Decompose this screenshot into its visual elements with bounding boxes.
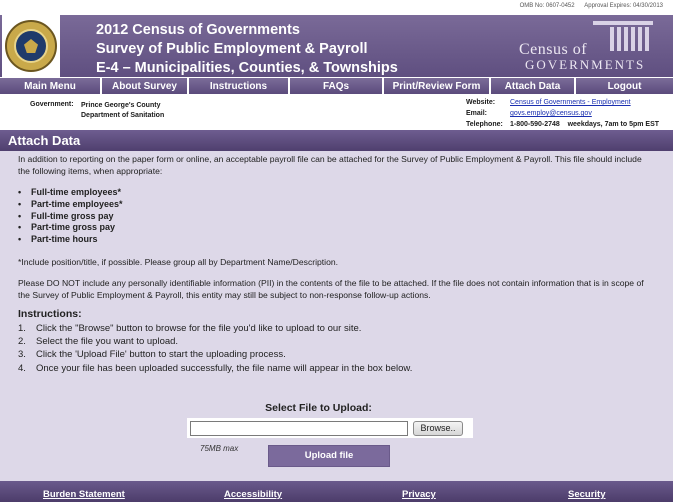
nav-faqs[interactable]: FAQs: [290, 78, 382, 94]
government-value: Prince George's County Department of San…: [81, 101, 164, 121]
telephone-label: Telephone:: [466, 121, 503, 128]
file-upload-row: Browse..: [187, 418, 473, 438]
nav-logout[interactable]: Logout: [576, 78, 673, 94]
website-link[interactable]: Census of Governments - Employment: [510, 99, 631, 106]
omb-number: OMB No: 0607-0452: [519, 3, 575, 9]
instructions-steps: 1. Click the "Browse" button to browse fo…: [18, 322, 655, 375]
omb-info: OMB No: 0607-0452 Approval Expires: 04/3…: [512, 3, 663, 9]
email-link[interactable]: govs.employ@census.gov: [510, 110, 592, 117]
page-title: Attach Data: [0, 130, 673, 151]
list-item: Part-time hours: [18, 234, 655, 246]
footer-link-privacy[interactable]: Privacy: [402, 489, 436, 500]
omb-expiration: Approval Expires: 04/30/2013: [584, 3, 663, 9]
file-path-input[interactable]: [190, 421, 408, 436]
footnote-text: *Include position/title, if possible. Pl…: [18, 256, 339, 267]
respondent-info: Government: Prince George's County Depar…: [0, 95, 673, 130]
website-label: Website:: [466, 99, 496, 106]
list-item: Full-time employees*: [18, 187, 655, 199]
instructions-heading: Instructions:: [18, 308, 82, 321]
nav-attach-data[interactable]: Attach Data: [491, 78, 574, 94]
email-label: Email:: [466, 110, 488, 117]
header-banner: 2012 Census of Governments Survey of Pub…: [0, 15, 673, 77]
department-of-commerce-seal-icon: [2, 15, 60, 77]
step-item: 3. Click the 'Upload File' button to star…: [18, 349, 286, 361]
government-label: Government:: [30, 101, 74, 108]
max-size-note: 75MB max: [200, 444, 239, 453]
step-item: 4. Once your file has been uploaded succe…: [18, 362, 413, 374]
survey-title-line-1: 2012 Census of Governments: [96, 22, 300, 38]
government-name: Prince George's County: [81, 102, 161, 109]
nav-print-review-form[interactable]: Print/Review Form: [384, 78, 489, 94]
nav-instructions[interactable]: Instructions: [189, 78, 288, 94]
step-item: 2. Select the file you want to upload.: [18, 336, 179, 348]
logo-text-line-2: GOVERNMENTS: [525, 57, 646, 72]
survey-title-line-3: E-4 – Municipalities, Counties, & Townsh…: [96, 60, 398, 76]
government-department: Department of Sanitation: [81, 112, 165, 119]
footer-bar: Burden Statement Accessibility Privacy S…: [0, 481, 673, 502]
attach-data-content: In addition to reporting on the paper fo…: [0, 151, 673, 481]
main-nav: Main Menu About Survey Instructions FAQs…: [0, 78, 673, 94]
pii-notice: Please DO NOT include any personally ide…: [18, 278, 644, 300]
upload-file-button[interactable]: Upload file: [268, 445, 390, 467]
footer-link-burden-statement[interactable]: Burden Statement: [43, 489, 125, 500]
survey-title-line-2: Survey of Public Employment & Payroll: [96, 41, 368, 57]
pillars-icon: [610, 21, 649, 51]
survey-title-block: 2012 Census of Governments Survey of Pub…: [96, 21, 398, 78]
nav-main-menu[interactable]: Main Menu: [0, 78, 100, 94]
census-of-governments-logo: Census of GOVERNMENTS: [519, 21, 659, 72]
list-item: Part-time gross pay: [18, 222, 655, 234]
upload-label: Select File to Upload:: [265, 402, 372, 414]
intro-text: In addition to reporting on the paper fo…: [18, 154, 642, 176]
browse-button[interactable]: Browse..: [413, 421, 463, 436]
step-item: 1. Click the "Browse" button to browse fo…: [18, 322, 362, 334]
footer-link-security[interactable]: Security: [568, 489, 606, 500]
list-item: Part-time employees*: [18, 199, 655, 211]
footer-link-accessibility[interactable]: Accessibility: [224, 489, 282, 500]
required-items-list: Full-time employees* Part-time employees…: [18, 187, 655, 246]
list-item: Full-time gross pay: [18, 211, 655, 223]
telephone-value: 1-800-590-2748 weekdays, 7am to 5pm EST: [510, 121, 660, 128]
nav-about-survey[interactable]: About Survey: [102, 78, 187, 94]
